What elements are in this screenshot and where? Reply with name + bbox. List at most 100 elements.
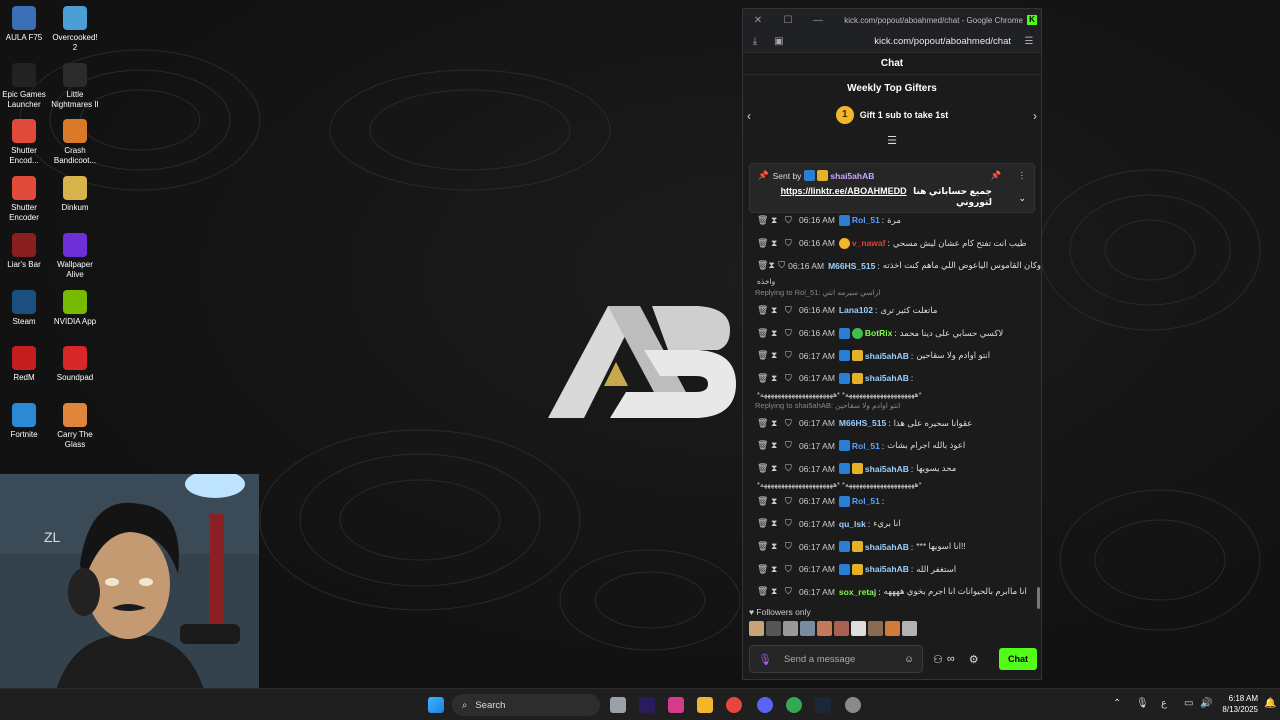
discord-icon[interactable]	[757, 697, 773, 713]
expand-chevron-icon[interactable]: ⌄	[1018, 193, 1026, 204]
close-icon[interactable]: ✕	[743, 15, 773, 26]
chat-message[interactable]: 🗑 ⧗ ⛉ 06:17 AM shai5ahAB: محد يسويها	[743, 457, 1041, 480]
chat-input[interactable]: 🎙 Send a message ☺	[749, 645, 923, 673]
more-options-icon[interactable]: ⋮	[1018, 170, 1027, 181]
timeout-icon[interactable]: ⧗	[771, 541, 785, 552]
network-icon[interactable]: ▭	[1184, 698, 1193, 709]
delete-icon[interactable]: 🗑	[757, 463, 771, 474]
steam-icon[interactable]	[815, 697, 831, 713]
folder-icon[interactable]	[697, 697, 713, 713]
ban-shield-icon[interactable]: ⛉	[785, 496, 799, 507]
users-icon[interactable]: ⚇	[933, 653, 943, 666]
timeout-icon[interactable]: ⧗	[771, 238, 785, 249]
message-username[interactable]: sox_retaj	[839, 587, 876, 597]
input-language[interactable]: ع	[1161, 698, 1167, 709]
pinned-user[interactable]: shai5ahAB	[830, 171, 874, 181]
timeout-icon[interactable]: ⧗	[771, 305, 785, 316]
ban-shield-icon[interactable]: ⛉	[785, 305, 799, 316]
scrollbar[interactable]	[1037, 587, 1040, 609]
timeout-icon[interactable]: ⧗	[771, 328, 785, 339]
desktop-icon-shutter-encod[interactable]: Shutter Encod...	[0, 119, 50, 166]
delete-icon[interactable]: 🗑	[757, 496, 771, 507]
timeout-icon[interactable]: ⧗	[771, 373, 785, 384]
chat-message[interactable]: 🗑 ⧗ ⛉ 06:16 AM BotRix: لاكسي حسابي على دينا م…	[743, 322, 1041, 345]
timeout-icon[interactable]: ⧗	[771, 215, 785, 226]
delete-icon[interactable]: 🗑	[757, 518, 771, 529]
chat-message[interactable]: 🗑 ⧗ ⛉ 06:17 AM shai5ahAB:	[743, 367, 1041, 390]
message-username[interactable]: shai5ahAB	[865, 351, 909, 361]
send-chat-button[interactable]: Chat	[999, 648, 1037, 670]
message-username[interactable]: Rol_51	[852, 496, 880, 506]
gear-icon[interactable]: ⚙	[969, 653, 979, 666]
message-username[interactable]: shai5ahAB	[865, 542, 909, 552]
desktop-icon-soundpad[interactable]: Soundpad	[49, 346, 101, 383]
premiere-icon[interactable]	[639, 697, 655, 713]
delete-icon[interactable]: 🗑	[757, 238, 771, 249]
url-text[interactable]: kick.com/popout/aboahmed/chat	[791, 36, 1017, 47]
message-username[interactable]: Lana102	[839, 305, 873, 315]
delete-icon[interactable]: 🗑	[757, 440, 771, 451]
ban-shield-icon[interactable]: ⛉	[785, 418, 799, 429]
message-username[interactable]: shai5ahAB	[865, 464, 909, 474]
ban-shield-icon[interactable]: ⛉	[785, 440, 799, 451]
chat-message[interactable]: 🗑 ⧗ ⛉ 06:17 AM shai5ahAB: استغفر الله	[743, 558, 1041, 581]
minimize-icon[interactable]: —	[803, 15, 833, 26]
timeout-icon[interactable]: ⧗	[771, 518, 785, 529]
chrome-icon[interactable]	[726, 697, 742, 713]
ban-shield-icon[interactable]: ⛉	[785, 541, 799, 552]
chat-message[interactable]: 🗑 ⧗ ⛉ 06:16 AM M66HS_515: وكان القاموس الياعو…	[743, 254, 1041, 277]
ban-shield-icon[interactable]: ⛉	[785, 463, 799, 474]
next-arrow-icon[interactable]: ›	[1033, 109, 1037, 123]
ban-shield-icon[interactable]: ⛉	[785, 518, 799, 529]
timeout-icon[interactable]: ⧗	[771, 418, 785, 429]
ban-shield-icon[interactable]: ⛉	[785, 586, 799, 597]
reply-context[interactable]: Replying to Rol_51: اراسي سيرمه انتي	[743, 287, 1041, 299]
viewer-avatar[interactable]	[902, 621, 917, 636]
delete-icon[interactable]: 🗑	[757, 541, 771, 552]
viewer-avatar[interactable]	[834, 621, 849, 636]
chat-message[interactable]: 🗑 ⧗ ⛉ 06:17 AM Rol_51: اعوذ بالله اجرام بشات	[743, 435, 1041, 458]
timeout-icon[interactable]: ⧗	[771, 463, 785, 474]
delete-icon[interactable]: 🗑	[757, 418, 771, 429]
message-username[interactable]: Rol_51	[852, 215, 880, 225]
desktop-icon-little-nightmares-ii[interactable]: Little Nightmares II	[49, 62, 101, 110]
viewer-avatar[interactable]	[766, 621, 781, 636]
delete-icon[interactable]: 🗑	[757, 260, 768, 271]
desktop-icon-dinkum[interactable]: Dinkum	[49, 176, 101, 213]
desktop-icon-shutter-encoder[interactable]: Shutter Encoder	[0, 176, 50, 223]
delete-icon[interactable]: 🗑	[757, 373, 771, 384]
message-username[interactable]: BotRix	[865, 328, 892, 338]
desktop-icon-wallpaper-alive[interactable]: Wallpaper Alive	[49, 232, 101, 280]
mic-icon[interactable]: 🎙	[758, 653, 772, 666]
chat-message[interactable]: 🗑 ⧗ ⛉ 06:16 AM Rol_51: مرة	[743, 209, 1041, 232]
pinned-link[interactable]: https://linktr.ee/ABOAHMEDD	[781, 186, 907, 196]
timeout-icon[interactable]: ⧗	[771, 496, 785, 507]
chat-message[interactable]: 🗑 ⧗ ⛉ 06:17 AM sox_retaj: انا ماابرم بالحيوان…	[743, 581, 1041, 601]
ban-shield-icon[interactable]: ⛉	[785, 238, 799, 249]
ban-shield-icon[interactable]: ⛉	[785, 215, 799, 226]
prev-arrow-icon[interactable]: ‹	[747, 109, 751, 123]
ban-shield-icon[interactable]: ⛉	[785, 350, 799, 361]
desktop-icon-aula-f75[interactable]: AULA F75	[0, 6, 50, 43]
emoji-icon[interactable]: ☺	[904, 654, 914, 665]
message-username[interactable]: shai5ahAB	[865, 373, 909, 383]
photos-icon[interactable]	[668, 697, 684, 713]
delete-icon[interactable]: 🗑	[757, 564, 771, 575]
delete-icon[interactable]: 🗑	[757, 328, 771, 339]
download-icon[interactable]: ⤓	[743, 36, 767, 47]
desktop-icon-liar-s-bar[interactable]: Liar's Bar	[0, 232, 50, 270]
message-username[interactable]: M66HS_515	[828, 261, 875, 271]
unpin-icon[interactable]: 📌	[991, 170, 1002, 181]
desktop-icon-fortnite[interactable]: Fortnite	[0, 402, 50, 440]
desktop-icon-redm[interactable]: RedM	[0, 346, 50, 383]
viewer-avatar[interactable]	[783, 621, 798, 636]
ban-shield-icon[interactable]: ⛉	[778, 260, 788, 271]
chat-message[interactable]: 🗑 ⧗ ⛉ 06:17 AM Rol_51:	[743, 490, 1041, 513]
message-username[interactable]: v_nawaf	[852, 238, 886, 248]
ban-shield-icon[interactable]: ⛉	[785, 328, 799, 339]
delete-icon[interactable]: 🗑	[757, 305, 771, 316]
message-username[interactable]: M66HS_515	[839, 418, 886, 428]
chat-message[interactable]: 🗑 ⧗ ⛉ 06:17 AM qu_lsk: انا بريء	[743, 513, 1041, 536]
desktop-icon-carry-the-glass[interactable]: Carry The Glass	[49, 402, 101, 450]
volume-icon[interactable]: 🔊	[1200, 698, 1212, 709]
